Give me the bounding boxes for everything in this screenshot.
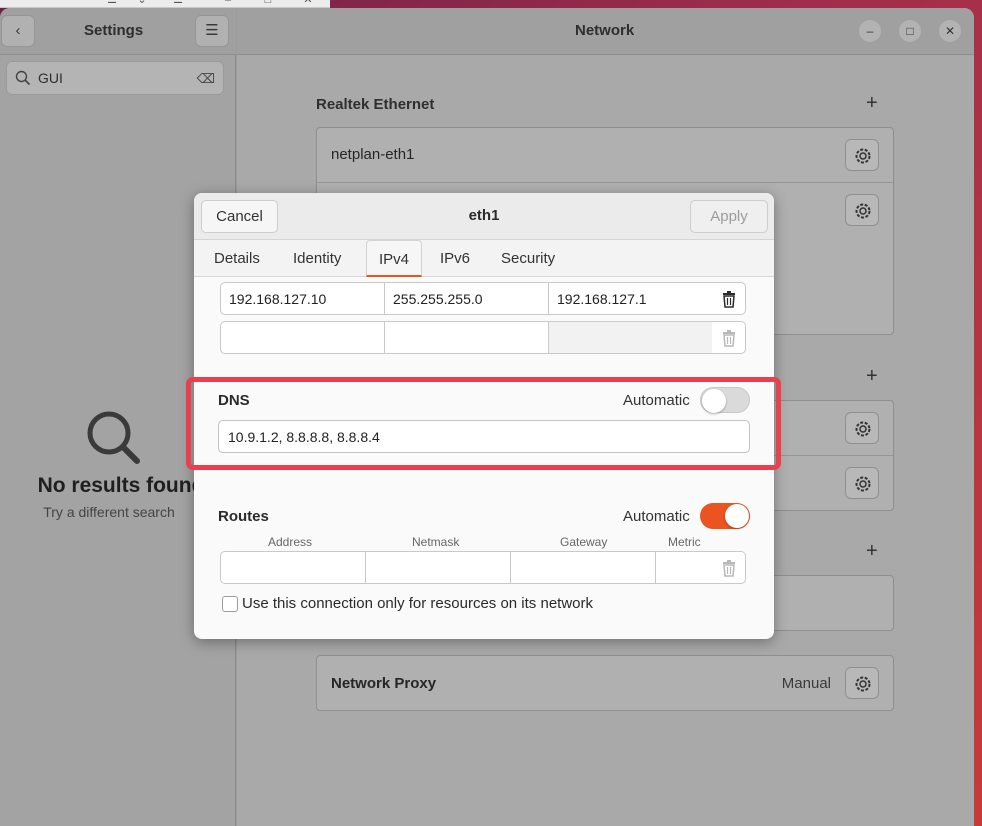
network-proxy-label: Network Proxy bbox=[331, 675, 437, 692]
maximize-icon: □ bbox=[264, 0, 272, 6]
connection-name: netplan-eth1 bbox=[331, 146, 415, 163]
address-field[interactable]: 192.168.127.10 bbox=[220, 282, 385, 315]
trash-icon bbox=[723, 330, 735, 347]
no-results-subtitle: Try a different search bbox=[43, 504, 175, 520]
connection-row[interactable]: netplan-eth1 bbox=[317, 128, 893, 183]
routes-automatic-label: Automatic bbox=[623, 508, 690, 525]
route-netmask-field[interactable] bbox=[365, 551, 511, 584]
list-icon: ☰ bbox=[107, 0, 117, 6]
tab-ipv4[interactable]: IPv4 bbox=[366, 240, 423, 277]
routes-automatic-toggle[interactable] bbox=[700, 503, 750, 529]
large-search-icon bbox=[87, 411, 140, 464]
column-header-metric: Metric bbox=[668, 535, 701, 549]
route-metric-field[interactable] bbox=[655, 551, 713, 584]
gear-icon bbox=[855, 476, 871, 492]
back-button[interactable]: ‹ bbox=[1, 15, 35, 47]
gateway-field[interactable]: 192.168.127.1 bbox=[548, 282, 713, 315]
search-value: GUI bbox=[38, 70, 63, 86]
add-connection-button[interactable]: + bbox=[866, 540, 878, 563]
sidebar-title: Settings bbox=[84, 22, 144, 39]
routes-label: Routes bbox=[218, 508, 269, 525]
delete-address-button[interactable] bbox=[712, 321, 746, 354]
gear-icon bbox=[855, 203, 871, 219]
connection-settings-button[interactable] bbox=[845, 412, 879, 444]
dialog-headerbar: Cancel eth1 Apply bbox=[194, 193, 774, 240]
dialog-tabs: Details Identity IPv4 IPv6 Security bbox=[194, 240, 774, 277]
hamburger-menu-button[interactable]: ☰ bbox=[195, 15, 229, 47]
chevron-down-icon: ⌄ bbox=[137, 0, 147, 6]
gear-icon bbox=[855, 676, 871, 692]
search-icon bbox=[15, 70, 31, 86]
page-title: Network bbox=[575, 22, 635, 39]
column-header-address: Address bbox=[268, 535, 313, 549]
column-header-netmask: Netmask bbox=[412, 535, 460, 549]
add-connection-button[interactable]: + bbox=[866, 92, 878, 115]
network-proxy-value: Manual bbox=[781, 675, 831, 692]
netmask-field[interactable] bbox=[384, 321, 549, 354]
maximize-window-button[interactable]: □ bbox=[899, 20, 921, 42]
connection-settings-button[interactable] bbox=[845, 194, 879, 226]
tab-details[interactable]: Details bbox=[214, 250, 260, 267]
toggle-knob bbox=[725, 504, 749, 528]
minimize-window-button[interactable]: – bbox=[859, 20, 881, 42]
delete-route-button[interactable] bbox=[712, 551, 746, 584]
tab-security[interactable]: Security bbox=[501, 250, 555, 267]
dialog-title: eth1 bbox=[468, 207, 500, 224]
hamburger-icon: ☰ bbox=[205, 22, 219, 39]
dns-highlight-box bbox=[186, 377, 781, 470]
connection-settings-button[interactable] bbox=[845, 139, 879, 171]
delete-address-button[interactable] bbox=[712, 282, 746, 315]
search-input[interactable]: GUI ⌫ bbox=[6, 61, 224, 95]
proxy-settings-button[interactable] bbox=[845, 667, 879, 699]
gear-icon bbox=[855, 421, 871, 437]
column-header-gateway: Gateway bbox=[560, 535, 608, 549]
close-icon: ✕ bbox=[303, 0, 313, 6]
close-window-button[interactable]: ✕ bbox=[939, 20, 961, 42]
gateway-field[interactable] bbox=[548, 321, 713, 354]
clear-search-icon[interactable]: ⌫ bbox=[197, 71, 215, 87]
gear-icon bbox=[855, 148, 871, 164]
background-window-strip: ☰ ⌄ ☰ – □ ✕ bbox=[0, 0, 330, 8]
connection-settings-button[interactable] bbox=[845, 467, 879, 499]
realtek-ethernet-heading: Realtek Ethernet bbox=[316, 96, 435, 113]
netmask-field[interactable]: 255.255.255.0 bbox=[384, 282, 549, 315]
apply-button[interactable]: Apply bbox=[690, 200, 768, 233]
trash-icon bbox=[723, 560, 735, 577]
address-field[interactable] bbox=[220, 321, 385, 354]
chevron-left-icon: ‹ bbox=[15, 22, 21, 39]
minimize-icon: – bbox=[224, 0, 232, 6]
trash-icon bbox=[723, 291, 735, 308]
add-connection-button[interactable]: + bbox=[866, 365, 878, 388]
content-headerbar: Network – □ ✕ bbox=[237, 8, 974, 55]
sidebar-headerbar: ‹ Settings ☰ bbox=[0, 8, 236, 55]
network-proxy-card[interactable]: Network Proxy Manual bbox=[316, 655, 894, 711]
menu-icon: ☰ bbox=[173, 0, 183, 6]
only-resources-checkbox[interactable] bbox=[222, 596, 238, 612]
only-resources-label: Use this connection only for resources o… bbox=[242, 595, 593, 612]
route-address-field[interactable] bbox=[220, 551, 366, 584]
route-gateway-field[interactable] bbox=[510, 551, 656, 584]
tab-ipv6[interactable]: IPv6 bbox=[440, 250, 470, 267]
tab-identity[interactable]: Identity bbox=[293, 250, 341, 267]
